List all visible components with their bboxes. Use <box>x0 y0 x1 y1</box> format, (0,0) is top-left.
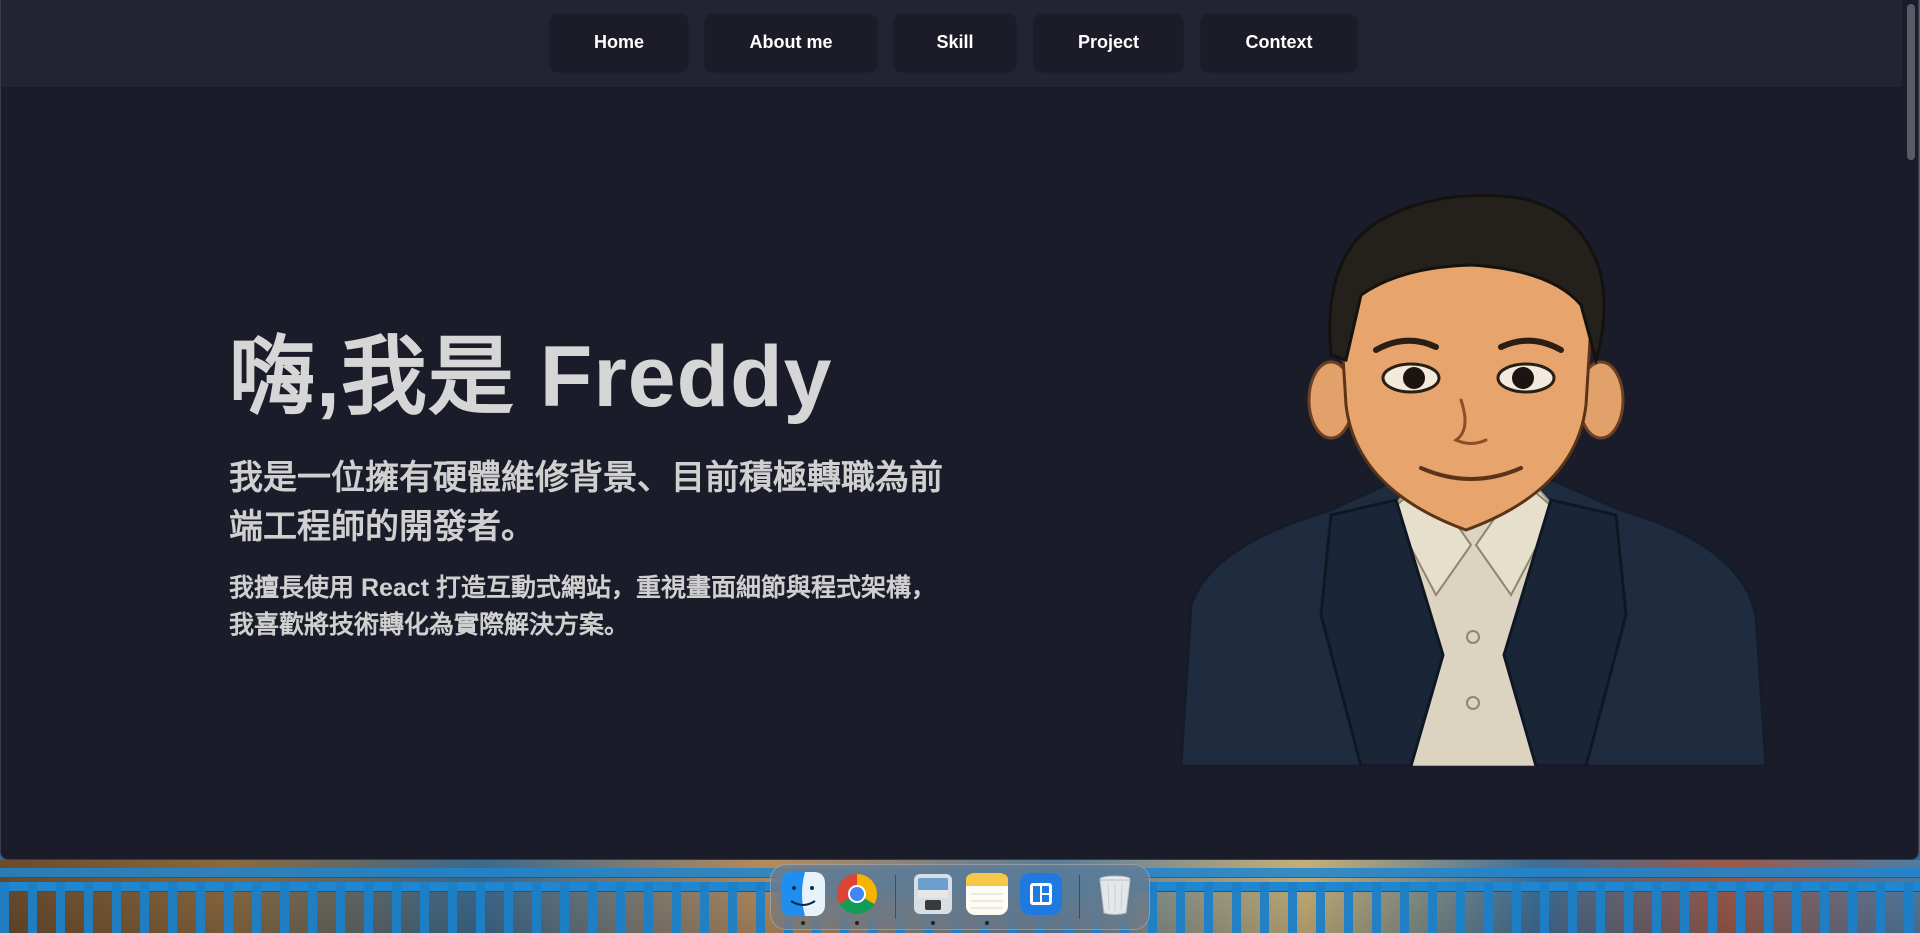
hero-subtitle: 我是一位擁有硬體維修背景、目前積極轉職為前端工程師的開發者。 <box>229 459 943 546</box>
nav-about-button[interactable]: About me <box>705 14 877 71</box>
running-indicator <box>931 921 935 925</box>
macos-dock <box>770 864 1150 930</box>
chrome-icon[interactable] <box>835 872 879 916</box>
windows-app-icon[interactable] <box>1019 872 1063 916</box>
running-indicator <box>855 921 859 925</box>
browser-window: Home About me Skill Project Context 嗨,我是… <box>0 0 1919 860</box>
top-navbar: Home About me Skill Project Context <box>1 0 1918 87</box>
hero-title: 嗨,我是 Freddy <box>229 329 833 425</box>
hero-description: 我擅長使用 React 打造互動式網站，重視畫面細節與程式架構，我喜歡將技術轉化… <box>229 574 936 639</box>
preview-icon[interactable] <box>911 872 955 916</box>
nav-home-button[interactable]: Home <box>550 14 688 71</box>
dock-separator <box>895 875 896 919</box>
avatar-pupil-left <box>1403 367 1425 389</box>
avatar-pupil-right <box>1512 367 1534 389</box>
avatar-illustration <box>1181 194 1766 766</box>
nav-skill-button[interactable]: Skill <box>894 14 1016 71</box>
dock-separator <box>1079 875 1080 919</box>
page-scrollbar[interactable] <box>1902 0 1918 859</box>
nav-project-button[interactable]: Project <box>1034 14 1183 71</box>
notes-icon[interactable] <box>965 872 1009 916</box>
running-indicator <box>801 921 805 925</box>
finder-icon[interactable] <box>781 872 825 916</box>
running-indicator <box>985 921 989 925</box>
trash-icon[interactable] <box>1093 872 1137 916</box>
nav-context-button[interactable]: Context <box>1201 14 1357 71</box>
scrollbar-thumb[interactable] <box>1907 4 1915 160</box>
